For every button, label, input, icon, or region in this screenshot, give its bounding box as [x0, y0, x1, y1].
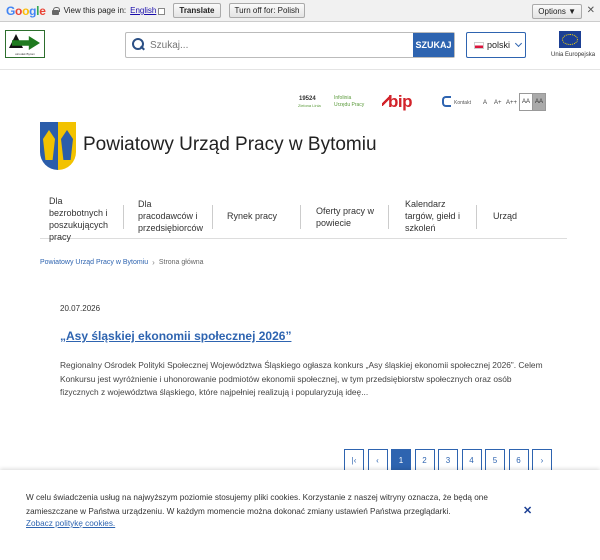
page-button-1[interactable]: 1 — [391, 449, 411, 471]
font-size-xlarge[interactable]: A++ — [506, 100, 517, 106]
utility-bar: 19524 Zielona Linia Infolinia Urzędu Pra… — [0, 92, 600, 112]
nav-divider — [476, 205, 477, 229]
font-size-normal[interactable]: A — [483, 100, 487, 106]
nav-label: pracy — [49, 232, 72, 242]
translate-view-text: View this page in: — [63, 6, 127, 15]
infolinia-subtitle: Zielona Linia — [298, 103, 321, 108]
nav-item-office[interactable]: Urząd — [493, 210, 517, 222]
nav-divider — [212, 205, 213, 229]
phone-icon[interactable] — [442, 96, 451, 107]
google-translate-bar: Google View this page in: English Transl… — [0, 0, 600, 22]
site-title[interactable]: Powiatowy Urząd Pracy w Bytomiu — [83, 134, 377, 156]
breadcrumb-home-link[interactable]: Powiatowy Urząd Pracy w Bytomiu — [40, 259, 148, 266]
cookie-banner: W celu świadczenia usług na najwyższym p… — [0, 470, 600, 560]
article-title-link[interactable]: „Asy śląskiej ekonomii społecznej 2026” — [60, 329, 291, 343]
logo-caption: ośrodek Bytom — [14, 52, 35, 56]
search-bar: SZUKAJ — [125, 32, 455, 58]
main-nav: Dla bezrobotnych i poszukujących pracy D… — [40, 195, 567, 242]
prev-page-button[interactable]: ‹ — [367, 449, 388, 471]
pagination: |‹ ‹ 1 2 3 4 5 6 › — [344, 449, 556, 471]
nav-item-calendar[interactable]: Kalendarz targów, giełd i szkoleń — [405, 198, 460, 234]
nav-item-employers[interactable]: Dla pracodawców i przedsiębiorców — [138, 198, 203, 234]
article-excerpt: Regionalny Ośrodek Polityki Społecznej W… — [60, 360, 543, 397]
page-button-2[interactable]: 2 — [414, 449, 435, 471]
nav-label: poszukujących — [49, 220, 109, 230]
translate-language-link[interactable]: English — [130, 6, 156, 15]
eu-flag-icon[interactable] — [559, 31, 581, 48]
nav-divider — [388, 205, 389, 229]
google-logo: Google — [6, 3, 46, 18]
page-button-5[interactable]: 5 — [485, 449, 505, 471]
language-select[interactable]: polski — [466, 32, 526, 58]
site-header: ośrodek Bytom SZUKAJ polski Unia Europej… — [0, 22, 600, 70]
contrast-normal-button[interactable]: AA — [519, 93, 533, 111]
bip-logo[interactable]: bip — [388, 92, 413, 112]
font-size-large[interactable]: A+ — [494, 100, 502, 106]
polish-flag-icon — [474, 41, 484, 49]
nav-label: bezrobotnych i — [49, 208, 108, 218]
article-date: 20.07.2026 — [60, 304, 101, 313]
cookie-policy-link[interactable]: Zobacz politykę cookies. — [26, 519, 115, 528]
chevron-right-icon: › — [152, 258, 155, 267]
nav-label: powiecie — [316, 218, 352, 228]
contrast-high-button[interactable]: AA — [532, 93, 546, 111]
nav-label: pracodawców i — [138, 211, 198, 221]
nav-label: Dla — [138, 199, 152, 209]
nav-label: Kalendarz — [405, 199, 446, 209]
breadcrumb: Powiatowy Urząd Pracy w Bytomiu › Strona… — [40, 258, 204, 267]
translate-button[interactable]: Translate — [173, 3, 221, 18]
page-button-3[interactable]: 3 — [438, 449, 458, 471]
nav-item-job-offers[interactable]: Oferty pracy w powiecie — [316, 205, 374, 229]
lock-icon — [51, 6, 60, 15]
site-logo[interactable]: ośrodek Bytom — [5, 30, 45, 58]
infolinia-label[interactable]: Infolinia — [334, 95, 372, 102]
nav-label: Rynek pracy — [227, 211, 278, 221]
infolinia-number[interactable]: 19524 — [299, 96, 316, 102]
page-button-6[interactable]: 6 — [508, 449, 529, 471]
search-input[interactable] — [148, 33, 413, 57]
kontakt-link[interactable]: Kontakt — [454, 100, 471, 106]
turn-off-button[interactable]: Turn off for: Polish — [228, 3, 306, 18]
nav-item-labor-market[interactable]: Rynek pracy — [227, 210, 277, 222]
nav-label: Oferty pracy w — [316, 206, 375, 216]
chevron-down-icon — [514, 39, 523, 47]
nav-label: Urząd — [493, 211, 518, 221]
infolinia-label-2[interactable]: Urzędu Pracy — [334, 102, 364, 108]
first-page-button[interactable]: |‹ — [344, 449, 364, 471]
nav-item-unemployed[interactable]: Dla bezrobotnych i poszukujących pracy — [49, 195, 108, 243]
cookie-text: W celu świadczenia usług na najwyższym p… — [26, 493, 488, 516]
eu-caption: Unia Europejska — [551, 52, 596, 58]
nav-divider — [300, 205, 301, 229]
nav-label: targów, giełd i — [405, 211, 461, 221]
breadcrumb-current: Strona główna — [158, 259, 204, 266]
search-button[interactable]: SZUKAJ — [413, 33, 454, 57]
options-button[interactable]: Options ▼ — [532, 4, 582, 19]
dropdown-icon[interactable] — [158, 8, 166, 15]
nav-divider — [123, 205, 124, 229]
nav-label: szkoleń — [405, 223, 436, 233]
coat-of-arms-icon[interactable] — [40, 122, 76, 170]
close-icon[interactable]: ✕ — [587, 5, 595, 16]
next-page-button[interactable]: › — [532, 449, 552, 471]
language-label: polski — [487, 40, 511, 50]
search-icon — [126, 33, 148, 57]
nav-label: przedsiębiorców — [138, 223, 204, 233]
close-icon[interactable]: ✕ — [523, 504, 532, 517]
nav-label: Dla — [49, 196, 63, 206]
page-button-4[interactable]: 4 — [461, 449, 482, 471]
